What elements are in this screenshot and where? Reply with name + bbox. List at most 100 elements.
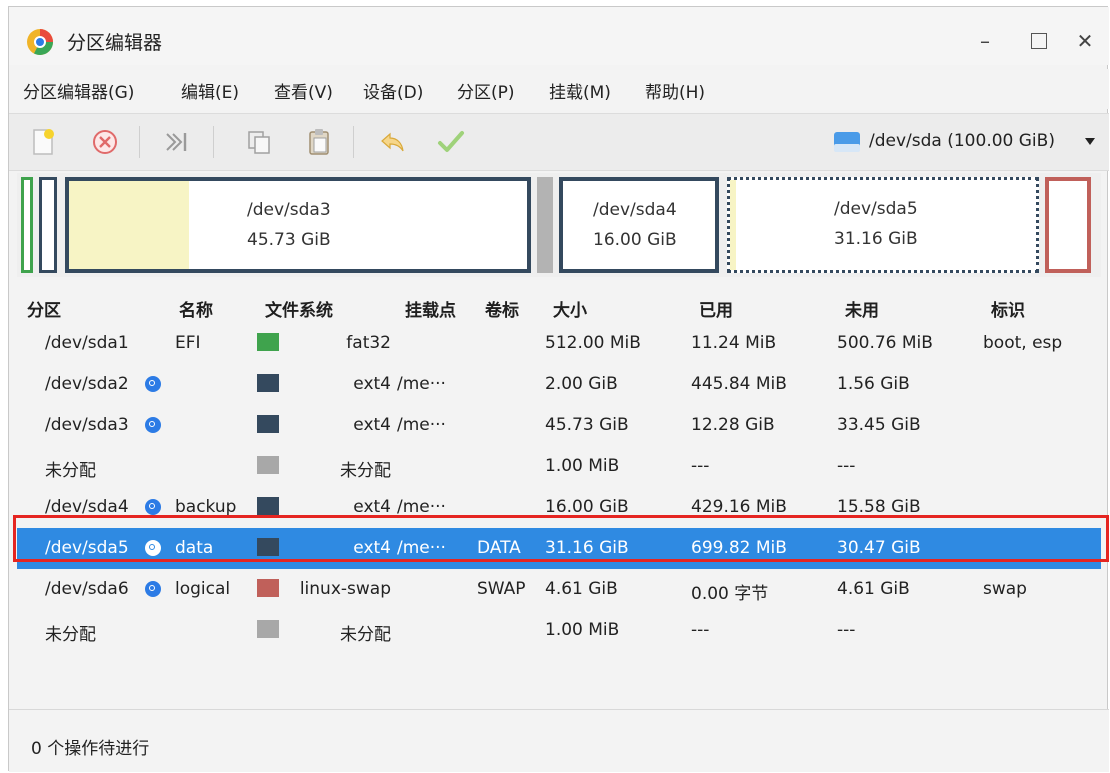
col-flags[interactable]: 标识 (991, 296, 1025, 321)
segment-size: 16.00 GiB (593, 230, 677, 250)
menu-edit[interactable]: 编辑(E) (181, 78, 239, 103)
cell-unused: 1.56 GiB (837, 374, 910, 394)
filesystem-color-swatch (257, 333, 279, 351)
col-size[interactable]: 大小 (553, 296, 587, 321)
table-row[interactable]: /dev/sda3 ext4/me··· 45.73 GiB 12.28 GiB 33.… (17, 405, 1101, 446)
col-mountpoint[interactable]: 挂载点 (405, 296, 456, 321)
cell-unused: --- (837, 456, 856, 476)
segment-unallocated[interactable] (537, 177, 553, 273)
table-row[interactable]: 未分配 未分配 1.00 MiB --- --- (17, 446, 1101, 487)
menu-view[interactable]: 查看(V) (274, 78, 333, 103)
filesystem-color-swatch (257, 620, 279, 638)
table-row[interactable]: /dev/sda6 logical linux-swap SWAP 4.61 GiB 0.… (17, 569, 1101, 610)
copy-icon[interactable] (243, 126, 275, 158)
cell-unused: 15.58 GiB (837, 497, 921, 517)
new-partition-icon[interactable] (27, 126, 59, 158)
col-filesystem[interactable]: 文件系统 (265, 296, 333, 321)
filesystem-color-swatch (257, 579, 279, 597)
app-icon (27, 29, 53, 55)
toolbar: /dev/sda (100.00 GiB) (9, 113, 1109, 171)
segment-sda6[interactable] (1045, 177, 1091, 273)
cell-partition: /dev/sda1 (45, 333, 129, 353)
segment-size: 31.16 GiB (834, 229, 918, 249)
col-partition[interactable]: 分区 (27, 296, 61, 321)
cell-label: DATA (477, 538, 521, 558)
cell-used: 429.16 MiB (691, 497, 787, 517)
maximize-button[interactable] (1021, 23, 1057, 59)
cell-size: 45.73 GiB (545, 415, 629, 435)
cell-used: 11.24 MiB (691, 333, 777, 353)
cell-flags: boot, esp (983, 333, 1063, 353)
cell-filesystem: ext4 (353, 538, 391, 558)
menu-gparted[interactable]: 分区编辑器(G) (23, 78, 134, 103)
cell-partition: /dev/sda3 (45, 415, 129, 435)
cell-partition: /dev/sda2 (45, 374, 129, 394)
cell-filesystem: ext4 (353, 374, 391, 394)
table-row[interactable]: /dev/sda1 EFI fat32 512.00 MiB 11.24 MiB 500.… (17, 323, 1101, 364)
cell-used: 0.00 字节 (691, 584, 769, 604)
table-row[interactable]: /dev/sda5 data ext4/me··· DATA 31.16 GiB 699.… (17, 528, 1101, 569)
cell-filesystem: 未分配 (340, 461, 391, 481)
mounted-lock-icon (145, 499, 161, 515)
menu-partition[interactable]: 分区(P) (457, 78, 515, 103)
table-row[interactable]: /dev/sda4 backup ext4/me··· 16.00 GiB 429.16… (17, 487, 1101, 528)
partition-table: 分区 名称 文件系统 挂载点 卷标 大小 已用 未用 标识 /dev/sda1 E… (17, 289, 1101, 709)
cell-partition: /dev/sda5 (45, 538, 129, 558)
segment-name: /dev/sda5 (834, 199, 918, 219)
cell-filesystem: fat32 (346, 333, 391, 353)
device-selector[interactable]: /dev/sda (100.00 GiB) (833, 124, 1097, 160)
segment-sda4[interactable]: /dev/sda4 16.00 GiB (559, 177, 719, 273)
used-space (69, 181, 189, 269)
col-name[interactable]: 名称 (179, 296, 213, 321)
cell-mountpoint: /me··· (397, 497, 446, 517)
col-label[interactable]: 卷标 (485, 296, 519, 321)
segment-sda2[interactable] (39, 177, 57, 273)
mounted-lock-icon (145, 376, 161, 392)
resize-move-icon[interactable] (161, 126, 193, 158)
mounted-lock-icon (145, 540, 161, 556)
cell-name: backup (175, 497, 237, 517)
table-row[interactable]: /dev/sda2 ext4/me··· 2.00 GiB 445.84 MiB 1.5… (17, 364, 1101, 405)
table-row[interactable]: 未分配 未分配 1.00 MiB --- --- (17, 610, 1101, 651)
cell-size: 512.00 MiB (545, 333, 641, 353)
cell-used: --- (691, 620, 710, 640)
segment-sda5[interactable]: /dev/sda5 31.16 GiB (727, 177, 1039, 273)
filesystem-color-swatch (257, 374, 279, 392)
undo-icon[interactable] (377, 126, 409, 158)
delete-icon[interactable] (89, 126, 121, 158)
cell-mountpoint: /me··· (397, 538, 446, 558)
segment-name: /dev/sda4 (593, 200, 677, 220)
table-header: 分区 名称 文件系统 挂载点 卷标 大小 已用 未用 标识 (17, 289, 1101, 323)
cell-mountpoint: /me··· (397, 415, 446, 435)
device-label: /dev/sda (100.00 GiB) (869, 131, 1055, 151)
segment-size: 45.73 GiB (247, 230, 331, 250)
cell-label: SWAP (477, 579, 526, 599)
menu-bar: 分区编辑器(G) 编辑(E) 查看(V) 设备(D) 分区(P) 挂载(M) 帮… (9, 69, 1109, 109)
minimize-button[interactable]: – (967, 23, 1003, 59)
paste-icon[interactable] (303, 126, 335, 158)
menu-help[interactable]: 帮助(H) (645, 78, 705, 103)
mounted-lock-icon (145, 581, 161, 597)
gparted-window: 分区编辑器 – ✕ 分区编辑器(G) 编辑(E) 查看(V) 设备(D) 分区(… (8, 6, 1109, 772)
cell-flags: swap (983, 579, 1027, 599)
col-used[interactable]: 已用 (699, 296, 733, 321)
cell-size: 4.61 GiB (545, 579, 618, 599)
segment-sda3[interactable]: /dev/sda3 45.73 GiB (65, 177, 531, 273)
segment-sda1[interactable] (21, 177, 33, 273)
toolbar-separator (139, 126, 140, 158)
menu-device[interactable]: 设备(D) (363, 78, 423, 103)
col-unused[interactable]: 未用 (845, 296, 879, 321)
toolbar-separator (213, 126, 214, 158)
close-button[interactable]: ✕ (1067, 23, 1103, 59)
cell-partition: 未分配 (45, 625, 96, 645)
partition-map: /dev/sda3 45.73 GiB /dev/sda4 16.00 GiB … (17, 173, 1101, 277)
filesystem-color-swatch (257, 497, 279, 515)
cell-size: 2.00 GiB (545, 374, 618, 394)
apply-icon[interactable] (435, 126, 467, 158)
cell-mountpoint: /me··· (397, 374, 446, 394)
cell-size: 16.00 GiB (545, 497, 629, 517)
maximize-icon (1031, 33, 1047, 49)
cell-partition: /dev/sda4 (45, 497, 129, 517)
menu-mount[interactable]: 挂载(M) (549, 78, 611, 103)
cell-filesystem: ext4 (353, 415, 391, 435)
